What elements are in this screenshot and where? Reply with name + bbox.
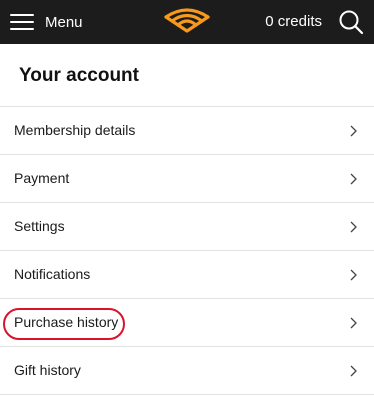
- chevron-right-icon: [350, 173, 357, 185]
- list-item-label: Membership details: [14, 122, 136, 138]
- hamburger-menu-icon: [10, 14, 34, 30]
- chevron-right-icon: [350, 269, 357, 281]
- account-menu-list: Membership details Payment Settings Noti…: [0, 107, 374, 395]
- list-item-label: Settings: [14, 218, 65, 234]
- chevron-right-icon: [350, 125, 357, 137]
- chevron-right-icon: [350, 317, 357, 329]
- audible-logo-icon[interactable]: [164, 5, 210, 37]
- chevron-right-icon: [350, 221, 357, 233]
- menu-button[interactable]: Menu: [10, 0, 83, 44]
- gift-history-item[interactable]: Gift history: [0, 347, 374, 395]
- payment-item[interactable]: Payment: [0, 155, 374, 203]
- purchase-history-item[interactable]: Purchase history: [0, 299, 374, 347]
- account-header: Your account: [0, 44, 374, 107]
- list-item-label: Notifications: [14, 266, 91, 282]
- top-navigation-bar: Menu 0 credits: [0, 0, 374, 44]
- settings-item[interactable]: Settings: [0, 203, 374, 251]
- membership-details-item[interactable]: Membership details: [0, 107, 374, 155]
- list-item-label: Purchase history: [14, 314, 119, 330]
- page-title: Your account: [19, 65, 139, 86]
- list-item-label: Gift history: [14, 362, 81, 378]
- search-icon[interactable]: [338, 9, 364, 35]
- credits-link[interactable]: 0 credits: [265, 0, 322, 44]
- list-item-label: Payment: [14, 170, 70, 186]
- notifications-item[interactable]: Notifications: [0, 251, 374, 299]
- menu-label: Menu: [45, 13, 83, 31]
- chevron-right-icon: [350, 365, 357, 377]
